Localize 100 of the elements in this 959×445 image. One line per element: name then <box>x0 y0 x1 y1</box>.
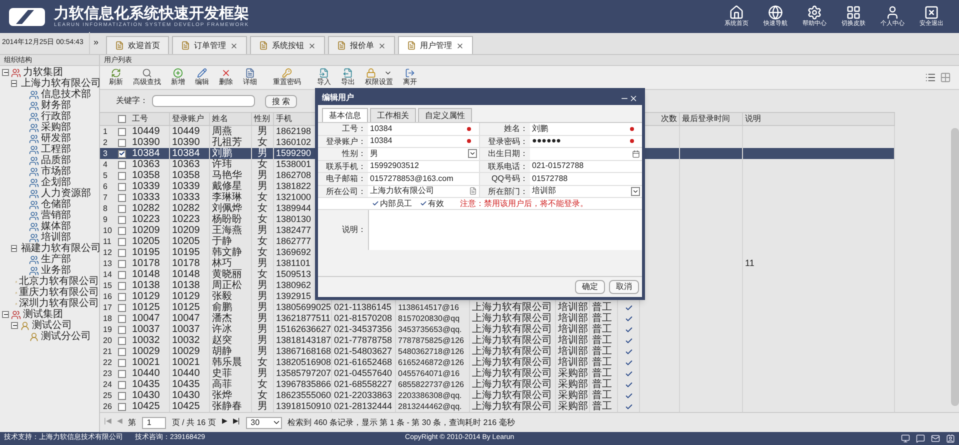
tree-item[interactable]: 信息技术部 <box>41 89 91 100</box>
select-field[interactable]: 男 <box>368 148 479 160</box>
close-icon[interactable] <box>308 42 316 50</box>
input-field[interactable]: 10384 <box>368 136 467 147</box>
tree-item[interactable]: 仓储部 <box>41 199 71 210</box>
collapse-icon[interactable] <box>11 322 18 329</box>
tree-item[interactable]: 测试集团 <box>23 309 63 320</box>
column-header[interactable]: 次数 <box>661 113 677 125</box>
tree-item[interactable]: 上海力软有限公司 <box>21 78 101 89</box>
tab[interactable]: 报价单 <box>328 36 395 54</box>
dialog-button[interactable]: 确定 <box>575 280 605 294</box>
row-checkbox[interactable] <box>118 392 126 400</box>
input-field[interactable]: 021-01572788 <box>530 160 642 172</box>
input-field[interactable]: 0157278853@163.com <box>368 173 479 184</box>
tree-item[interactable]: 采购部 <box>41 122 71 133</box>
input-field[interactable]: 15992903512 <box>368 160 479 172</box>
row-checkbox[interactable] <box>118 348 126 356</box>
row-checkbox[interactable] <box>118 226 126 234</box>
chat-icon[interactable] <box>916 434 925 443</box>
tree-item[interactable]: 深圳力软有限公司 <box>19 298 99 309</box>
tree-item[interactable]: 生产部 <box>41 254 71 265</box>
tree-item[interactable]: 企划部 <box>41 177 71 188</box>
column-header[interactable]: 手机 <box>276 113 292 125</box>
dialog-tab[interactable]: 自定义属性 <box>418 108 472 122</box>
tree-item[interactable]: 福建力软有限公司 <box>21 243 101 254</box>
select-all-checkbox[interactable] <box>118 115 126 123</box>
input-field[interactable]: ●●●●●● <box>530 136 630 147</box>
tab-scroll-button[interactable]: » <box>90 32 102 54</box>
input-field[interactable]: 刘鹏 <box>530 123 630 134</box>
tree-item[interactable]: 重庆力软有限公司 <box>19 287 99 298</box>
tree-item[interactable]: 品质部 <box>41 155 71 166</box>
option-checkbox[interactable]: 内部员工 <box>372 198 412 210</box>
scrollbar[interactable] <box>951 128 959 406</box>
grid-view-icon[interactable] <box>940 72 951 83</box>
collapse-icon[interactable] <box>2 311 9 318</box>
row-checkbox[interactable] <box>118 128 126 136</box>
row-checkbox[interactable] <box>118 358 126 366</box>
tree-item[interactable]: 财务部 <box>41 100 71 111</box>
close-icon[interactable] <box>230 42 238 50</box>
row-checkbox[interactable] <box>118 292 126 300</box>
column-header[interactable]: 姓名 <box>212 113 228 125</box>
row-checkbox[interactable] <box>118 282 126 290</box>
page-field[interactable]: 1 <box>142 416 166 428</box>
tree-item[interactable]: 北京力软有限公司 <box>19 276 99 287</box>
search-button[interactable]: 搜 索 <box>265 94 298 108</box>
column-header[interactable]: 登录账户 <box>172 113 204 125</box>
search-field[interactable] <box>152 95 255 107</box>
list-view-icon[interactable] <box>925 72 936 83</box>
option-checkbox[interactable]: 有效 <box>420 198 444 210</box>
tree-item[interactable]: 测试公司 <box>32 320 72 331</box>
tree-item[interactable]: 市场部 <box>41 166 71 177</box>
dialog-button[interactable]: 取消 <box>609 280 639 294</box>
select-field[interactable]: 培训部 <box>530 186 642 197</box>
row-checkbox[interactable] <box>118 216 126 224</box>
input-field[interactable]: 01572788 <box>530 173 642 184</box>
tree-item[interactable]: 行政部 <box>41 111 71 122</box>
tree-item[interactable]: 培训部 <box>41 232 71 243</box>
tab[interactable]: 用户管理 <box>398 36 473 54</box>
row-checkbox[interactable] <box>118 270 126 278</box>
tree-item[interactable]: 力软集团 <box>23 67 63 78</box>
input-field[interactable]: 上海力软有限公司 <box>368 186 479 197</box>
tree-item[interactable]: 营销部 <box>41 210 71 221</box>
monitor-icon[interactable] <box>901 434 910 443</box>
column-header[interactable]: 工号 <box>132 113 148 125</box>
row-checkbox[interactable] <box>118 160 126 168</box>
contact-icon[interactable] <box>946 434 955 443</box>
collapse-icon[interactable] <box>11 245 17 252</box>
tree-item[interactable]: 测试分公司 <box>41 331 91 342</box>
row-checkbox[interactable] <box>118 172 126 180</box>
close-icon[interactable] <box>378 42 386 50</box>
dialog-tab[interactable]: 工作相关 <box>370 108 416 122</box>
row-checkbox[interactable] <box>118 402 126 410</box>
row-checkbox[interactable] <box>118 138 126 146</box>
row-checkbox[interactable] <box>118 380 126 388</box>
tree-item[interactable]: 媒体部 <box>41 221 71 232</box>
tree-item[interactable]: 研发部 <box>41 133 71 144</box>
tab[interactable]: 订单管理 <box>172 36 247 54</box>
input-field[interactable]: 10384 <box>368 123 467 134</box>
tree-item[interactable]: 人力资源部 <box>41 188 91 199</box>
tree-item[interactable]: 业务部 <box>41 265 71 276</box>
tree-item[interactable]: 工程部 <box>41 144 71 155</box>
row-checkbox[interactable] <box>118 326 126 334</box>
column-header[interactable]: 性别 <box>254 113 270 125</box>
column-header[interactable]: 说明 <box>745 113 761 125</box>
page-size-select[interactable]: 30 <box>246 416 282 428</box>
collapse-icon[interactable] <box>11 80 17 87</box>
row-checkbox[interactable] <box>118 182 126 190</box>
row-checkbox[interactable] <box>118 336 126 344</box>
row-checkbox[interactable] <box>118 260 126 268</box>
row-checkbox[interactable] <box>118 150 126 158</box>
row-checkbox[interactable] <box>118 204 126 212</box>
collapse-icon[interactable] <box>2 69 9 76</box>
tab[interactable]: 系统按钮 <box>250 36 325 54</box>
tab[interactable]: 欢迎首页 <box>106 36 169 54</box>
row-checkbox[interactable] <box>118 248 126 256</box>
mail-icon[interactable] <box>931 434 940 443</box>
row-checkbox[interactable] <box>118 238 126 246</box>
close-icon[interactable] <box>456 42 464 50</box>
row-checkbox[interactable] <box>118 370 126 378</box>
column-header[interactable]: 最后登录时间 <box>682 113 730 125</box>
